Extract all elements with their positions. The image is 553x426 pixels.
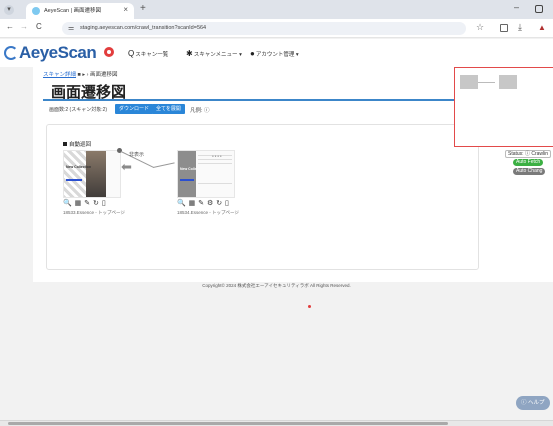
minimap-node (460, 75, 478, 89)
node-toolbar-18534[interactable]: 🔍 ▦ ✎ ⚙ ↻ ▯ (177, 199, 229, 207)
app-header: AeyeScan Qスキャン一覧 ✱スキャンメニュー ▾ ●アカウント管理 ▾ (0, 39, 553, 67)
address-bar: ← → C ⚌ staging.aeyescan.com/crawl_trans… (0, 19, 553, 38)
browser-tab-strip: ▾ AeyeScan | 画面遷移図 × + – (0, 0, 553, 19)
download-button[interactable]: ダウンロード (115, 104, 154, 114)
url-text[interactable]: staging.aeyescan.com/crawl_transition?sc… (80, 25, 206, 31)
tab-title: AeyeScan | 画面遷移図 (44, 8, 102, 14)
breadcrumb: スキャン詳細 ■ ▸ › 画面遷移図 (43, 70, 118, 78)
favicon-icon (32, 7, 40, 15)
node-label-18534: 18534.Essence - トップページ (177, 210, 239, 215)
reload-icon[interactable]: C (36, 22, 42, 31)
legend-label[interactable]: 凡例: ⓘ (190, 106, 210, 114)
minimize-icon[interactable]: – (514, 2, 519, 12)
transition-graph[interactable]: 自動巡回 New Collection 非表示 ⬅ 🔍 ▦ ✎ ↻ ▯ 1853… (46, 124, 479, 270)
expand-all-button[interactable]: 全てを展開 (152, 104, 185, 114)
node-caption: New Colle (180, 167, 197, 171)
edge-label: 非表示 (129, 152, 145, 158)
maximize-icon[interactable] (535, 5, 543, 13)
gear-icon: ✱ (186, 49, 193, 58)
node-caption: New Collection (66, 165, 92, 169)
breadcrumb-scan-detail[interactable]: スキャン詳細 (43, 72, 76, 78)
download-icon[interactable]: ⤓ (518, 22, 522, 33)
search-icon: Q (128, 49, 135, 58)
tab-search-icon[interactable]: ▾ (4, 5, 14, 15)
extensions-icon[interactable] (500, 24, 508, 32)
edge-line-2 (152, 162, 175, 168)
site-info-icon[interactable]: ⚌ (68, 24, 74, 32)
node-thumb-bar (66, 179, 82, 181)
url-field[interactable]: ⚌ staging.aeyescan.com/crawl_transition?… (62, 22, 466, 35)
auto-change-pill: Auto Chang (513, 168, 546, 175)
node-thumb-bar (180, 179, 194, 181)
menu-account[interactable]: ●アカウント管理 ▾ (250, 49, 299, 58)
new-tab-icon[interactable]: + (140, 3, 146, 14)
node-label-18533: 18533.Essence - トップページ (63, 210, 125, 215)
drag-arrow-icon: ⬅ (121, 159, 132, 174)
profile-icon[interactable]: ▲ (538, 23, 546, 32)
group-label: 自動巡回 (63, 140, 91, 148)
forward-icon[interactable]: → (20, 22, 28, 31)
tab-close-icon[interactable]: × (123, 5, 128, 14)
screen-node-18533[interactable]: New Collection (63, 150, 121, 198)
bookmark-star-icon[interactable]: ☆ (476, 22, 484, 33)
horizontal-scrollbar[interactable] (0, 420, 553, 426)
help-button[interactable]: ⓘ ヘルプ (516, 396, 550, 410)
node-logo: ● ● ● ● (212, 154, 222, 158)
minimap-node (499, 75, 517, 89)
crawl-status: Status: ⓘ Crawlin (505, 150, 552, 158)
menu-scan-menu[interactable]: ✱スキャンメニュー ▾ (186, 49, 242, 58)
menu-scan-list[interactable]: Qスキャン一覧 (128, 49, 168, 58)
indicator-dot (308, 305, 311, 308)
auto-fetch-pill: Auto Fetch (513, 159, 544, 166)
scrollbar-thumb[interactable] (8, 422, 448, 425)
browser-tab[interactable]: AeyeScan | 画面遷移図 × (26, 3, 134, 19)
group-square-icon (63, 142, 67, 146)
screen-node-18534[interactable]: ● ● ● ● New Colle (177, 150, 235, 198)
copyright: Copyright© 2024 株式会社エーアイセキュリティラボ All Rig… (202, 283, 351, 288)
logo-swirl-icon (4, 46, 18, 60)
minimap-edge (478, 82, 495, 83)
minimap-panel[interactable] (454, 67, 553, 147)
breadcrumb-current: ■ ▸ › 画面遷移図 (76, 72, 118, 78)
back-icon[interactable]: ← (6, 22, 14, 31)
app-logo[interactable]: AeyeScan (19, 43, 97, 63)
screen-count: 画面数:2 (スキャン対象:2) (49, 107, 108, 113)
user-icon: ● (250, 49, 255, 58)
node-toolbar-18533[interactable]: 🔍 ▦ ✎ ↻ ▯ (63, 199, 106, 207)
logo-badge-icon (104, 47, 114, 57)
